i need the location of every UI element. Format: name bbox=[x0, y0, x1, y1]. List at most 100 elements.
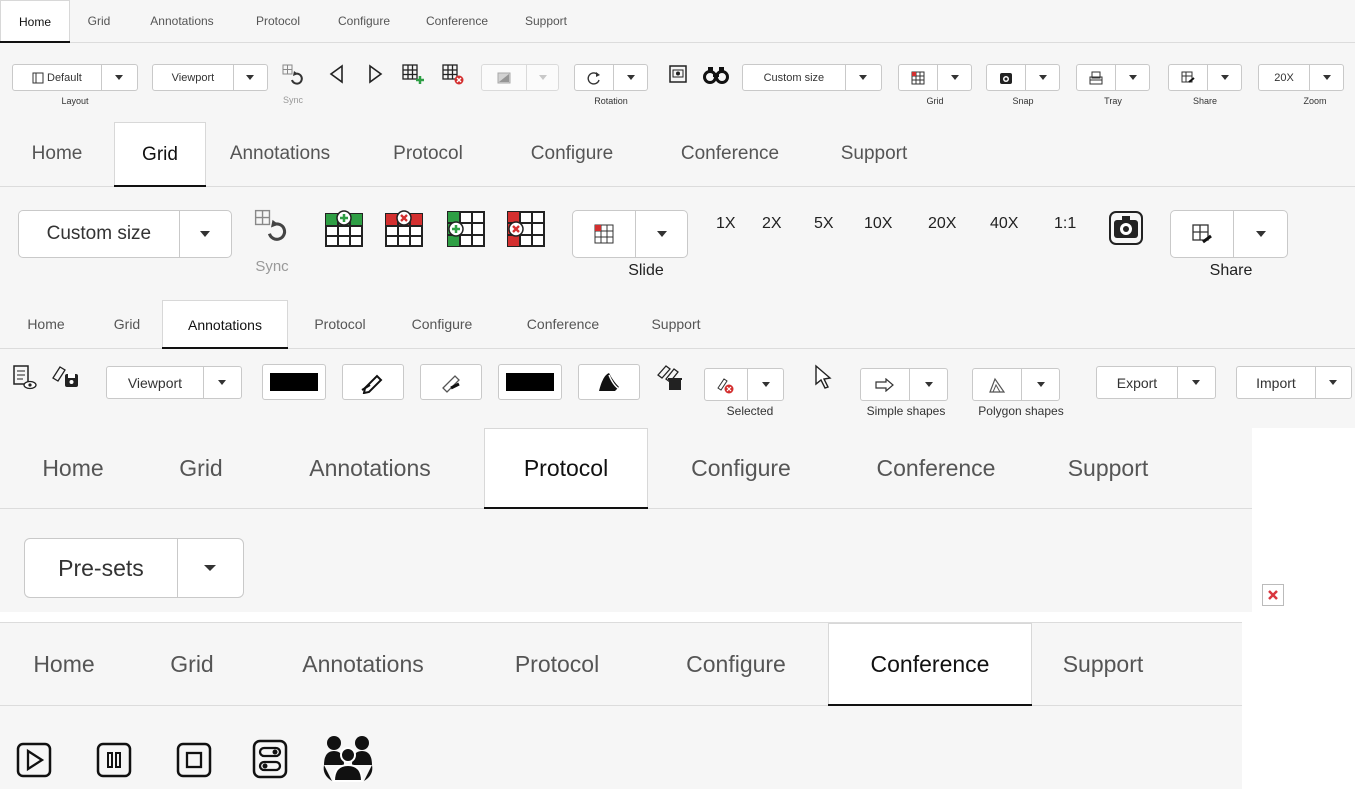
grid-remove-icon[interactable] bbox=[440, 62, 466, 86]
rotation-dropdown[interactable] bbox=[614, 65, 647, 90]
tab-configure[interactable]: Configure bbox=[502, 122, 642, 186]
presets-split-button[interactable]: Pre-sets bbox=[24, 538, 244, 598]
snap-button[interactable] bbox=[987, 65, 1027, 90]
stop-icon[interactable] bbox=[172, 738, 216, 782]
camera-icon[interactable] bbox=[1104, 206, 1148, 250]
custom-size-dropdown[interactable] bbox=[180, 211, 231, 257]
sync-icon[interactable] bbox=[248, 206, 294, 246]
fill-tool-button[interactable] bbox=[578, 364, 640, 400]
zoom-1-to-1[interactable]: 1:1 bbox=[1054, 215, 1076, 233]
tab-support[interactable]: Support bbox=[818, 122, 930, 186]
tab-support[interactable]: Support bbox=[634, 300, 718, 348]
snap-dropdown[interactable] bbox=[1026, 65, 1059, 90]
export-split-button[interactable]: Export bbox=[1096, 366, 1216, 399]
tab-protocol[interactable]: Protocol bbox=[236, 0, 320, 42]
tab-conference[interactable]: Conference bbox=[642, 122, 818, 186]
grid-remove-column-icon[interactable] bbox=[504, 206, 548, 250]
tab-protocol[interactable]: Protocol bbox=[288, 300, 392, 348]
tab-grid[interactable]: Grid bbox=[114, 122, 206, 187]
layout-split-button[interactable]: Default bbox=[12, 64, 138, 91]
image-adjust-button[interactable] bbox=[482, 65, 528, 90]
export-dropdown[interactable] bbox=[1178, 367, 1215, 398]
participants-icon[interactable] bbox=[318, 732, 378, 784]
grid-add-column-icon[interactable] bbox=[444, 206, 488, 250]
tab-home[interactable]: Home bbox=[0, 428, 146, 508]
custom-size-split-button[interactable]: Custom size bbox=[18, 210, 232, 258]
tab-conference[interactable]: Conference bbox=[492, 300, 634, 348]
slide-dropdown[interactable] bbox=[636, 211, 687, 257]
tab-home[interactable]: Home bbox=[0, 300, 92, 348]
selected-split-button[interactable] bbox=[704, 368, 784, 401]
share-split-button[interactable] bbox=[1170, 210, 1288, 258]
simple-shapes-dropdown[interactable] bbox=[910, 369, 947, 400]
export-button[interactable]: Export bbox=[1097, 367, 1178, 398]
share-dropdown[interactable] bbox=[1208, 65, 1241, 90]
custom-size-split-button[interactable]: Custom size bbox=[742, 64, 882, 91]
screenshot-icon[interactable] bbox=[666, 62, 690, 86]
tray-dropdown[interactable] bbox=[1116, 65, 1149, 90]
tab-annotations[interactable]: Annotations bbox=[256, 428, 484, 508]
viewport-dropdown[interactable] bbox=[204, 367, 241, 398]
tab-conference[interactable]: Conference bbox=[834, 428, 1038, 508]
zoom-5x[interactable]: 5X bbox=[814, 215, 834, 233]
annotation-list-icon[interactable] bbox=[10, 362, 40, 392]
grid-remove-row-icon[interactable] bbox=[382, 206, 426, 250]
rotation-split-button[interactable] bbox=[574, 64, 648, 91]
tab-protocol[interactable]: Protocol bbox=[484, 428, 648, 509]
rotation-button[interactable] bbox=[575, 65, 615, 90]
import-button[interactable]: Import bbox=[1237, 367, 1316, 398]
tab-grid[interactable]: Grid bbox=[70, 0, 128, 42]
zoom-40x[interactable]: 40X bbox=[990, 215, 1018, 233]
tab-grid[interactable]: Grid bbox=[128, 623, 256, 705]
tab-protocol[interactable]: Protocol bbox=[470, 623, 644, 705]
zoom-20x[interactable]: 20X bbox=[928, 215, 956, 233]
grid-button[interactable] bbox=[899, 65, 939, 90]
tab-support[interactable]: Support bbox=[1032, 623, 1174, 705]
tab-support[interactable]: Support bbox=[1038, 428, 1178, 508]
zoom-2x[interactable]: 2X bbox=[762, 215, 782, 233]
polygon-shapes-dropdown[interactable] bbox=[1022, 369, 1059, 400]
tab-configure[interactable]: Configure bbox=[644, 623, 828, 705]
tab-home[interactable]: Home bbox=[0, 0, 70, 43]
settings-toggle-icon[interactable] bbox=[248, 736, 292, 782]
share-button[interactable] bbox=[1171, 211, 1235, 257]
previous-icon[interactable] bbox=[326, 62, 348, 86]
zoom-split-button[interactable]: 20X bbox=[1258, 64, 1344, 91]
tray-button[interactable] bbox=[1077, 65, 1117, 90]
image-adjust-dropdown[interactable] bbox=[527, 65, 558, 90]
delete-annotations-icon[interactable] bbox=[654, 362, 686, 392]
tab-home[interactable]: Home bbox=[0, 122, 114, 186]
line-color-button[interactable] bbox=[262, 364, 326, 400]
zoom-10x[interactable]: 10X bbox=[864, 215, 892, 233]
slide-button[interactable] bbox=[573, 211, 637, 257]
custom-size-dropdown[interactable] bbox=[846, 65, 881, 90]
selected-button[interactable] bbox=[705, 369, 749, 400]
tab-conference[interactable]: Conference bbox=[408, 0, 506, 42]
grid-add-row-icon[interactable] bbox=[322, 206, 366, 250]
layout-button[interactable]: Default bbox=[13, 65, 102, 90]
tab-support[interactable]: Support bbox=[506, 0, 586, 42]
simple-shapes-split-button[interactable] bbox=[860, 368, 948, 401]
polygon-shapes-split-button[interactable] bbox=[972, 368, 1060, 401]
share-dropdown[interactable] bbox=[1234, 211, 1287, 257]
viewport-dropdown[interactable] bbox=[234, 65, 267, 90]
pointer-icon[interactable] bbox=[810, 362, 836, 392]
tab-home[interactable]: Home bbox=[0, 623, 128, 705]
zoom-dropdown[interactable] bbox=[1310, 65, 1343, 90]
tab-conference[interactable]: Conference bbox=[828, 623, 1032, 706]
viewport-split-button[interactable]: Viewport bbox=[152, 64, 268, 91]
tab-configure[interactable]: Configure bbox=[648, 428, 834, 508]
presets-dropdown[interactable] bbox=[178, 539, 243, 597]
tab-annotations[interactable]: Annotations bbox=[128, 0, 236, 42]
custom-size-button[interactable]: Custom size bbox=[19, 211, 180, 257]
share-split-button[interactable] bbox=[1168, 64, 1242, 91]
selected-dropdown[interactable] bbox=[748, 369, 783, 400]
highlighter-tool-button[interactable] bbox=[420, 364, 482, 400]
snap-split-button[interactable] bbox=[986, 64, 1060, 91]
viewport-button[interactable]: Viewport bbox=[153, 65, 234, 90]
tray-split-button[interactable] bbox=[1076, 64, 1150, 91]
sync-icon[interactable] bbox=[278, 62, 308, 88]
binoculars-icon[interactable] bbox=[702, 62, 730, 86]
tab-protocol[interactable]: Protocol bbox=[354, 122, 502, 186]
tab-annotations[interactable]: Annotations bbox=[206, 122, 354, 186]
